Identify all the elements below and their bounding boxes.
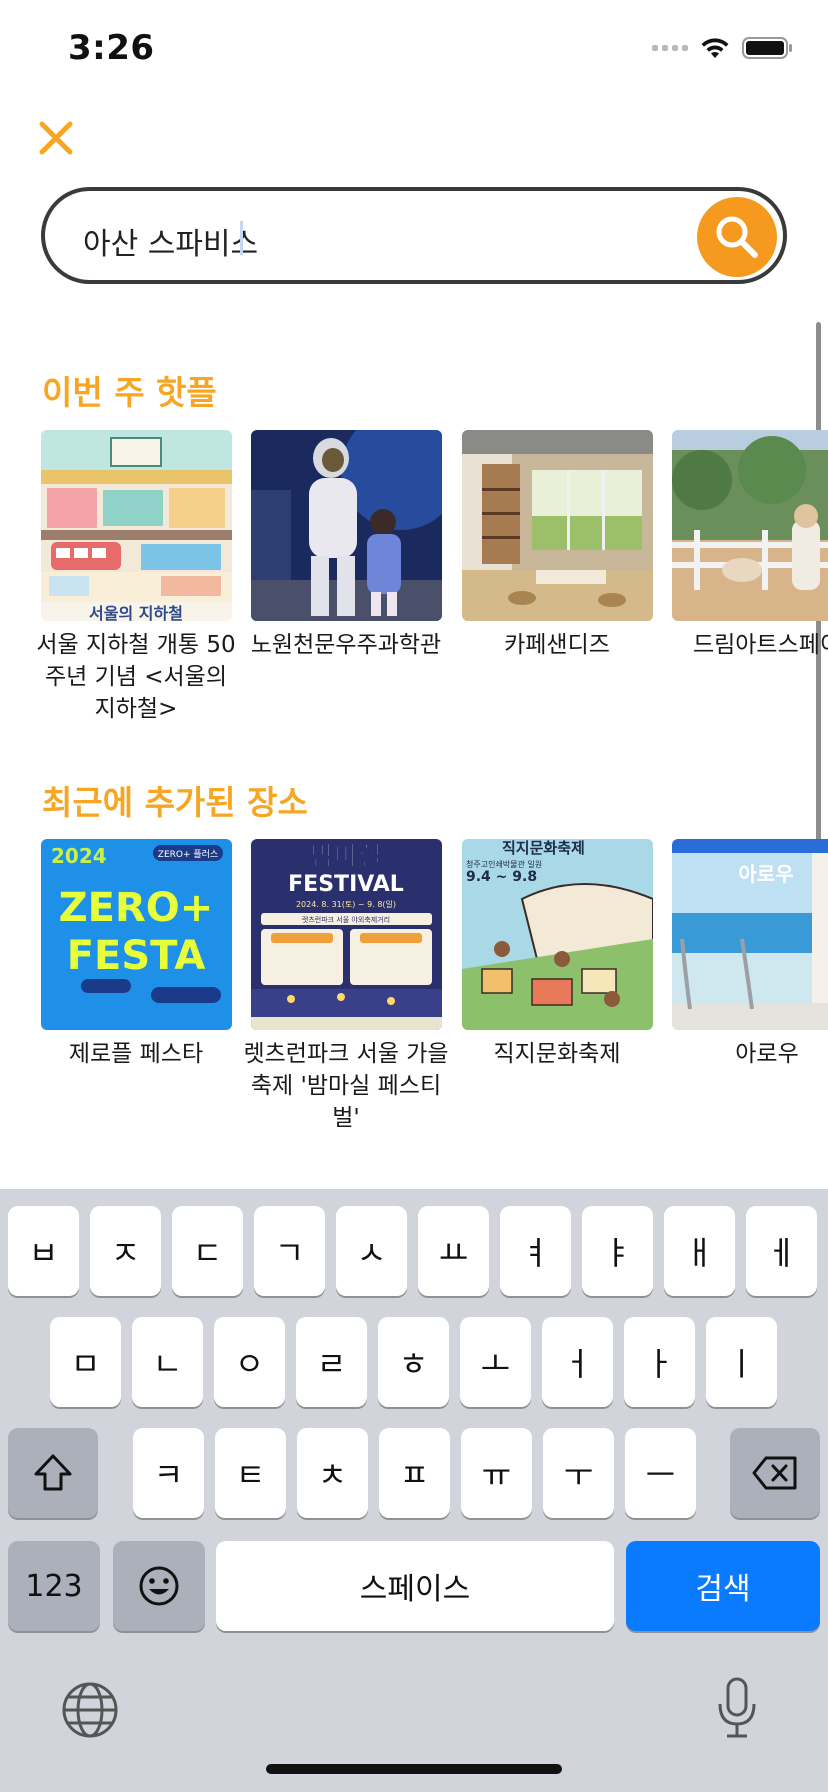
key[interactable]: ㅈ — [90, 1206, 161, 1296]
place-card[interactable]: 밤마실 FESTIVAL 2024. 8. 31(토) ~ 9. 8(일) 렛츠… — [243, 839, 449, 1134]
thumbnail-title: 아로우 — [738, 862, 793, 886]
shift-key[interactable] — [8, 1428, 98, 1518]
thumbnail-venue: 렛츠런파크 서울 야외축제거리 — [302, 915, 390, 924]
key[interactable]: ㅠ — [461, 1428, 532, 1518]
place-thumbnail — [462, 430, 653, 621]
place-thumbnail: 아로우 — [672, 839, 828, 1030]
place-card[interactable]: 카페샌디즈 — [462, 430, 653, 661]
microphone-button[interactable] — [715, 1676, 759, 1744]
globe-button[interactable] — [60, 1680, 120, 1744]
cellular-signal-icon — [652, 45, 688, 51]
place-thumbnail: 직지문화축제 9.4 ~ 9.8 청주고인쇄박물관 일원 — [462, 839, 653, 1030]
key[interactable]: ㄹ — [296, 1317, 367, 1407]
section-title-hot-places: 이번 주 핫플 — [42, 373, 217, 412]
place-name: 렛츠런파크 서울 가을축제 '밤마실 페스티벌' — [243, 1041, 449, 1131]
status-time: 3:26 — [68, 28, 155, 68]
search-icon — [716, 216, 758, 258]
key[interactable]: ㅏ — [624, 1317, 695, 1407]
battery-icon — [742, 37, 792, 59]
place-thumbnail — [251, 430, 442, 621]
key[interactable]: ㄱ — [254, 1206, 325, 1296]
key[interactable]: ㄴ — [132, 1317, 203, 1407]
close-icon — [39, 121, 73, 155]
place-card[interactable]: 드림아트스페이 — [672, 430, 828, 661]
key[interactable]: ㅣ — [706, 1317, 777, 1407]
thumbnail-year: 2024 — [51, 844, 107, 868]
key[interactable]: ㅐ — [664, 1206, 735, 1296]
numbers-key[interactable]: 123 — [8, 1541, 100, 1631]
section-title-recently-added: 최근에 추가된 장소 — [42, 783, 308, 822]
microphone-icon — [718, 1677, 756, 1738]
recently-added-row[interactable]: 2024 ZERO+ 플러스 ZERO+ FESTA 제로플 페스타 밤마실 F… — [0, 839, 828, 1159]
key[interactable]: ㅇ — [214, 1317, 285, 1407]
thumbnail-title: 밤마실 — [310, 842, 382, 872]
place-name: 노원천문우주과학관 — [250, 632, 442, 658]
place-card[interactable]: 직지문화축제 9.4 ~ 9.8 청주고인쇄박물관 일원 직지문화축제 — [462, 839, 653, 1070]
place-name: 서울 지하철 개통 50주년 기념 <서울의 지하철> — [36, 632, 236, 722]
place-card[interactable]: 서울의 지하철 서울 지하철 개통 50주년 기념 <서울의 지하철> — [36, 430, 236, 725]
place-name: 카페샌디즈 — [504, 632, 610, 658]
thumbnail-title-bottom: FESTA — [67, 933, 206, 979]
key[interactable]: ㅗ — [460, 1317, 531, 1407]
place-card[interactable]: 노원천문우주과학관 — [251, 430, 442, 661]
key[interactable]: ㅕ — [500, 1206, 571, 1296]
thumbnail-title-top: ZERO+ — [59, 885, 214, 931]
thumbnail-subtitle: FESTIVAL — [288, 872, 404, 897]
place-name: 드림아트스페이 — [692, 632, 828, 658]
key[interactable]: ㅑ — [582, 1206, 653, 1296]
key[interactable]: ㅍ — [379, 1428, 450, 1518]
search-bar: 아산 스파비스 — [41, 187, 787, 284]
place-name: 아로우 — [735, 1041, 799, 1067]
thumbnail-dates: 9.4 ~ 9.8 — [466, 869, 537, 885]
key[interactable]: ㅎ — [378, 1317, 449, 1407]
key[interactable]: ㅛ — [418, 1206, 489, 1296]
home-indicator[interactable] — [266, 1764, 562, 1774]
key[interactable]: ㅂ — [8, 1206, 79, 1296]
place-thumbnail — [672, 430, 828, 621]
place-name: 직지문화축제 — [493, 1041, 621, 1067]
globe-icon — [62, 1682, 118, 1738]
key[interactable]: ㅡ — [625, 1428, 696, 1518]
key[interactable]: ㅋ — [133, 1428, 204, 1518]
backspace-icon — [752, 1456, 797, 1490]
key[interactable]: ㅁ — [50, 1317, 121, 1407]
thumbnail-title: 직지문화축제 — [502, 839, 585, 857]
emoji-icon — [139, 1566, 179, 1606]
place-thumbnail: 서울의 지하철 — [41, 430, 232, 621]
wifi-icon — [701, 38, 729, 58]
text-caret — [240, 221, 243, 255]
key[interactable]: ㄷ — [172, 1206, 243, 1296]
status-icons — [652, 36, 794, 60]
space-key[interactable]: 스페이스 — [216, 1541, 614, 1631]
key[interactable]: ㅓ — [542, 1317, 613, 1407]
status-bar: 3:26 — [0, 0, 828, 100]
place-thumbnail: 2024 ZERO+ 플러스 ZERO+ FESTA — [41, 839, 232, 1030]
close-button[interactable] — [36, 118, 76, 158]
emoji-key[interactable] — [113, 1541, 205, 1631]
place-card[interactable]: 아로우 아로우 — [672, 839, 828, 1070]
search-input[interactable]: 아산 스파비스 — [83, 219, 258, 263]
thumbnail-tag: ZERO+ 플러스 — [158, 849, 218, 860]
hot-places-row[interactable]: 서울의 지하철 서울 지하철 개통 50주년 기념 <서울의 지하철> 노원천문… — [0, 430, 828, 750]
place-thumbnail: 밤마실 FESTIVAL 2024. 8. 31(토) ~ 9. 8(일) 렛츠… — [251, 839, 442, 1030]
thumbnail-caption: 서울의 지하철 — [89, 604, 183, 621]
key[interactable]: ㅜ — [543, 1428, 614, 1518]
place-card[interactable]: 2024 ZERO+ 플러스 ZERO+ FESTA 제로플 페스타 — [41, 839, 232, 1070]
search-key[interactable]: 검색 — [626, 1541, 820, 1631]
place-name: 제로플 페스타 — [68, 1041, 204, 1067]
key[interactable]: ㅌ — [215, 1428, 286, 1518]
search-button[interactable] — [697, 197, 777, 277]
thumbnail-dates: 2024. 8. 31(토) ~ 9. 8(일) — [296, 900, 396, 909]
thumbnail-venue: 청주고인쇄박물관 일원 — [466, 859, 542, 869]
backspace-key[interactable] — [730, 1428, 820, 1518]
shift-icon — [34, 1454, 72, 1491]
key[interactable]: ㅊ — [297, 1428, 368, 1518]
key[interactable]: ㅅ — [336, 1206, 407, 1296]
key[interactable]: ㅔ — [746, 1206, 817, 1296]
